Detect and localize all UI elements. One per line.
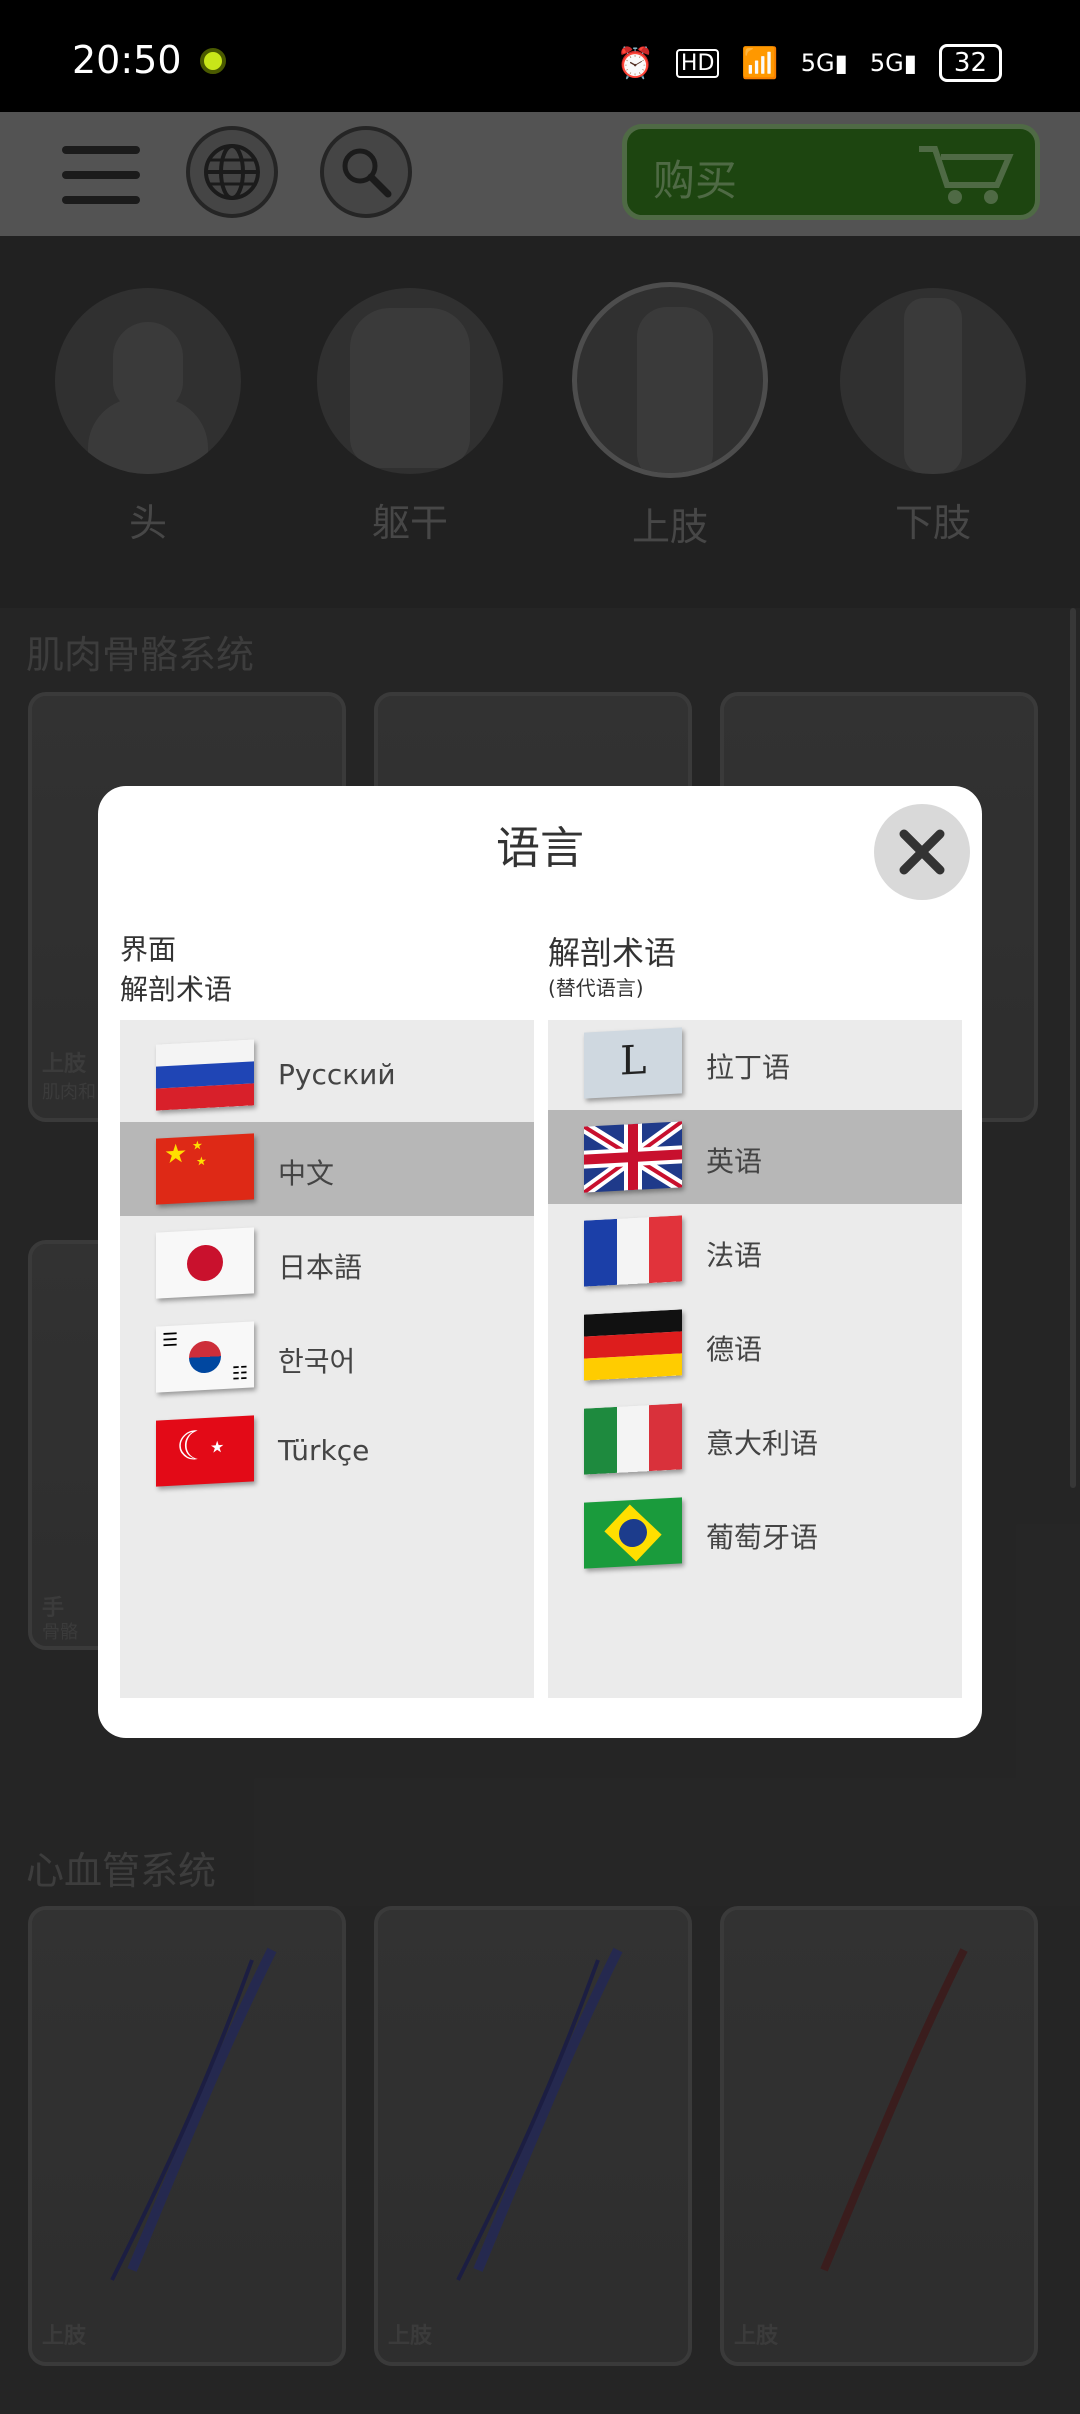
language-label: 中文 — [278, 1157, 335, 1190]
language-item[interactable]: 意大利语 — [548, 1392, 962, 1486]
language-label: 拉丁语 — [706, 1051, 791, 1084]
language-label: Русский — [278, 1058, 396, 1091]
japan-flag-icon — [156, 1227, 254, 1299]
language-label: 德语 — [706, 1333, 763, 1366]
italy-flag-icon — [584, 1403, 682, 1475]
brazil-flag-icon — [584, 1497, 682, 1569]
dialog-title: 语言 — [496, 823, 584, 874]
status-time: 20:50 — [72, 38, 182, 82]
korea-flag-icon: ☰ ☷ — [156, 1321, 254, 1393]
language-label: 한국어 — [278, 1345, 356, 1378]
china-flag-icon: ★ ★ ★ — [156, 1133, 254, 1205]
language-label: 意大利语 — [706, 1427, 819, 1460]
status-icons: ⏰ HD 📶 5G▮ 5G▮ 32 — [617, 44, 1002, 82]
alt-terminology-header: 解剖术语 — [548, 934, 677, 972]
notification-dot-icon — [200, 48, 226, 74]
france-flag-icon — [584, 1215, 682, 1287]
latin-flag-icon: L — [584, 1027, 682, 1099]
hd-icon: HD — [675, 48, 720, 78]
language-label: 法语 — [706, 1239, 763, 1272]
language-label: Türkçe — [278, 1434, 370, 1467]
signal-5g-icon: 5G▮ — [800, 49, 848, 77]
wifi-icon: 📶 — [741, 45, 779, 81]
language-label: 日本語 — [278, 1251, 363, 1284]
language-item[interactable]: 德语 — [548, 1298, 962, 1392]
alarm-icon: ⏰ — [616, 45, 654, 81]
interface-language-list[interactable]: Русский ★ ★ ★ 中文 日本語 ☰ ☷ 한국어 ☾ ★ Türkçe — [120, 1020, 534, 1698]
alt-terminology-subheader: (替代语言) — [548, 976, 644, 1000]
language-item[interactable]: 法语 — [548, 1204, 962, 1298]
terminology-header: 解剖术语 — [120, 973, 233, 1006]
language-item[interactable]: Русский — [120, 1028, 534, 1122]
close-button[interactable] — [874, 804, 970, 900]
germany-flag-icon — [584, 1309, 682, 1381]
uk-flag-icon — [584, 1121, 682, 1193]
signal-5g-icon: 5G▮ — [869, 49, 917, 77]
language-item[interactable]: L 拉丁语 — [548, 1020, 962, 1110]
language-dialog: 语言 界面 解剖术语 解剖术语 (替代语言) Русский ★ ★ ★ 中文 日本… — [98, 786, 982, 1738]
russia-flag-icon — [156, 1039, 254, 1111]
battery-icon: 32 — [938, 44, 1002, 82]
terminology-language-list[interactable]: L 拉丁语 英语 法语 德语 意大利语 葡萄牙语 — [548, 1020, 962, 1698]
language-label: 葡萄牙语 — [706, 1521, 819, 1554]
language-label: 英语 — [706, 1145, 763, 1178]
close-icon — [899, 829, 945, 875]
interface-header: 界面 — [120, 933, 177, 966]
language-item-selected[interactable]: 英语 — [548, 1110, 962, 1204]
language-item[interactable]: 葡萄牙语 — [548, 1486, 962, 1580]
language-item[interactable]: ☾ ★ Türkçe — [120, 1404, 534, 1498]
language-item-selected[interactable]: ★ ★ ★ 中文 — [120, 1122, 534, 1216]
status-bar: 20:50 ⏰ HD 📶 5G▮ 5G▮ 32 — [0, 0, 1080, 112]
turkey-flag-icon: ☾ ★ — [156, 1415, 254, 1487]
language-item[interactable]: ☰ ☷ 한국어 — [120, 1310, 534, 1404]
language-item[interactable]: 日本語 — [120, 1216, 534, 1310]
